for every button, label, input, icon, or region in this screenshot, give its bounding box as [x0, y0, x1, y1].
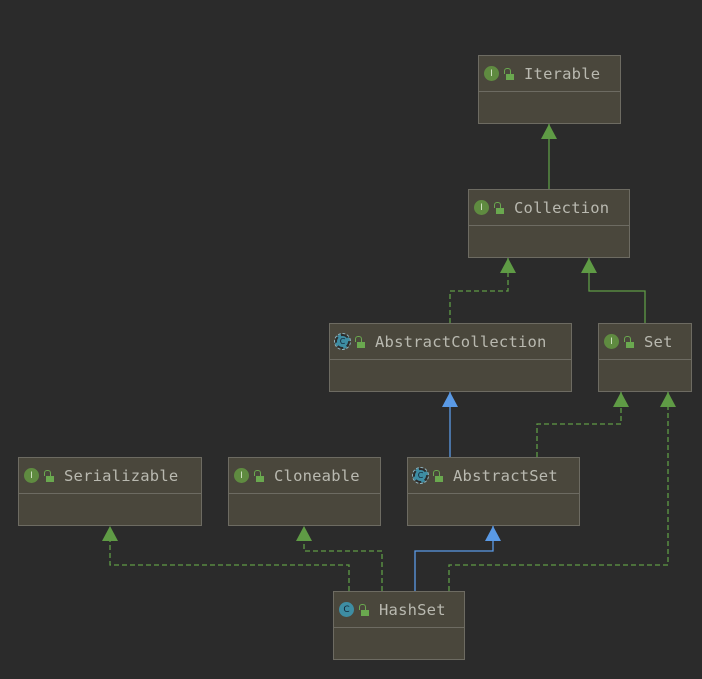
arrowhead-iterable [541, 124, 557, 139]
public-lock-icon [44, 469, 54, 482]
node-cloneable-header: I Cloneable [229, 458, 380, 494]
interface-icon: I [234, 468, 249, 483]
interface-icon: I [24, 468, 39, 483]
arrowhead-abstractset [485, 526, 501, 541]
node-abstract-set[interactable]: C AbstractSet [407, 457, 580, 526]
node-abstract-collection-header: C AbstractCollection [330, 324, 571, 360]
node-abstract-collection-name: AbstractCollection [375, 332, 547, 351]
arrowhead-set-right [660, 392, 676, 407]
public-lock-icon [624, 335, 634, 348]
public-lock-icon [254, 469, 264, 482]
arrowhead-abstractcollection [442, 392, 458, 407]
node-collection-name: Collection [514, 198, 610, 217]
arrowhead-collection-right [581, 258, 597, 273]
node-cloneable-members [229, 494, 380, 525]
node-abstract-set-name: AbstractSet [453, 466, 558, 485]
arrowhead-set-left [613, 392, 629, 407]
node-iterable[interactable]: I Iterable [478, 55, 621, 124]
node-hashset-members [334, 628, 464, 659]
public-lock-icon [433, 469, 443, 482]
edge-abstractcollection-to-collection [449, 258, 509, 323]
public-lock-icon [359, 603, 369, 616]
node-serializable-header: I Serializable [19, 458, 201, 494]
node-set-name: Set [644, 332, 673, 351]
public-lock-icon [494, 201, 504, 214]
arrowhead-serializable [102, 526, 118, 541]
node-set-header: I Set [599, 324, 691, 360]
arrowhead-cloneable [296, 526, 312, 541]
node-abstract-set-members [408, 494, 579, 525]
node-iterable-name: Iterable [524, 64, 601, 83]
edge-abstractset-to-set [536, 392, 622, 457]
node-serializable[interactable]: I Serializable [18, 457, 202, 526]
node-iterable-members [479, 92, 620, 123]
node-collection-members [469, 226, 629, 257]
public-lock-icon [504, 67, 514, 80]
node-iterable-header: I Iterable [479, 56, 620, 92]
edge-hashset-to-cloneable [303, 526, 383, 591]
abstract-class-icon: C [334, 333, 351, 350]
class-icon: C [339, 602, 354, 617]
interface-icon: I [484, 66, 499, 81]
node-serializable-name: Serializable [64, 466, 179, 485]
public-lock-icon [355, 335, 365, 348]
node-hashset-header: C HashSet [334, 592, 464, 628]
node-abstract-collection-members [330, 360, 571, 391]
edge-hashset-to-abstractset [414, 526, 494, 591]
node-abstract-collection[interactable]: C AbstractCollection [329, 323, 572, 392]
node-set[interactable]: I Set [598, 323, 692, 392]
node-collection-header: I Collection [469, 190, 629, 226]
node-cloneable-name: Cloneable [274, 466, 360, 485]
edge-hashset-to-serializable [109, 526, 350, 591]
interface-icon: I [474, 200, 489, 215]
abstract-class-icon: C [412, 467, 429, 484]
interface-icon: I [604, 334, 619, 349]
node-serializable-members [19, 494, 201, 525]
node-abstract-set-header: C AbstractSet [408, 458, 579, 494]
node-cloneable[interactable]: I Cloneable [228, 457, 381, 526]
edge-set-to-collection [588, 258, 646, 323]
node-hashset-name: HashSet [379, 600, 446, 619]
arrowhead-collection-left [500, 258, 516, 273]
node-set-members [599, 360, 691, 391]
node-collection[interactable]: I Collection [468, 189, 630, 258]
node-hashset[interactable]: C HashSet [333, 591, 465, 660]
